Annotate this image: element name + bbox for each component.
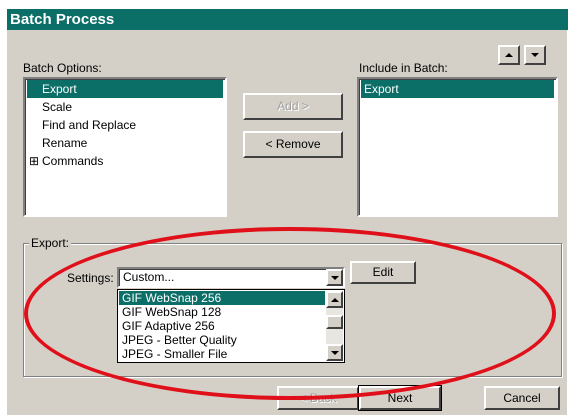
arrow-up-icon — [505, 53, 513, 57]
settings-label: Settings: — [67, 271, 114, 285]
arrow-down-icon — [531, 53, 539, 57]
dropdown-scrollbar[interactable] — [326, 291, 343, 361]
dropdown-option[interactable]: GIF WebSnap 128 — [119, 305, 325, 319]
list-item[interactable]: Export — [361, 80, 554, 98]
add-button[interactable]: Add > — [243, 93, 343, 120]
dropdown-option[interactable]: JPEG - Better Quality — [119, 333, 325, 347]
back-button[interactable]: < Back — [277, 386, 359, 410]
move-up-button[interactable] — [498, 45, 520, 65]
dropdown-option[interactable]: GIF WebSnap 256 — [119, 291, 325, 305]
dropdown-option-label: GIF WebSnap 256 — [122, 291, 222, 305]
batch-process-dialog: Batch Process Batch Options: Include in … — [6, 8, 568, 415]
cancel-button-label: Cancel — [503, 391, 541, 405]
list-item-label: Export — [42, 82, 77, 96]
scroll-thumb[interactable] — [326, 315, 343, 329]
list-item-commands[interactable]: ⊞ Commands — [27, 152, 223, 170]
dropdown-option-label: JPEG - Smaller File — [122, 347, 228, 361]
scroll-down-button[interactable] — [326, 344, 343, 361]
export-group-label: Export: — [29, 236, 72, 250]
chevron-down-icon — [331, 276, 339, 280]
settings-select[interactable]: Custom... — [117, 267, 345, 288]
settings-dropdown-button[interactable] — [326, 269, 343, 286]
list-item-label: Export — [364, 82, 399, 96]
batch-options-list[interactable]: Export Scale Find and Replace Rename ⊞ Co… — [23, 77, 227, 217]
next-button-label: Next — [387, 391, 413, 405]
dropdown-option[interactable]: JPEG - Smaller File — [119, 347, 325, 361]
expand-icon[interactable]: ⊞ — [29, 152, 42, 170]
batch-options-label: Batch Options: — [23, 61, 102, 75]
list-item-label: Scale — [42, 100, 73, 114]
add-button-label: Add > — [277, 99, 309, 113]
scroll-up-button[interactable] — [326, 291, 343, 308]
settings-select-value: Custom... — [123, 270, 175, 284]
arrow-down-icon — [331, 351, 339, 355]
list-item-label: Find and Replace — [42, 118, 137, 132]
edit-button-label: Edit — [372, 265, 394, 279]
dropdown-option-label: GIF WebSnap 128 — [122, 305, 222, 319]
settings-dropdown-list[interactable]: GIF WebSnap 256 GIF WebSnap 128 GIF Adap… — [117, 289, 345, 363]
dropdown-option[interactable]: GIF Adaptive 256 — [119, 319, 325, 333]
include-in-batch-list[interactable]: Export — [357, 77, 558, 217]
list-item-label: Rename — [42, 136, 88, 150]
include-in-batch-label: Include in Batch: — [359, 61, 448, 75]
next-button[interactable]: Next — [358, 385, 442, 411]
remove-button[interactable]: < Remove — [243, 131, 343, 158]
list-item[interactable]: Scale — [27, 98, 223, 116]
window-title: Batch Process — [7, 9, 568, 30]
dropdown-option-label: GIF Adaptive 256 — [122, 319, 215, 333]
list-item[interactable]: Export — [27, 80, 223, 98]
edit-button[interactable]: Edit — [350, 261, 416, 284]
cancel-button[interactable]: Cancel — [484, 386, 560, 410]
list-item-label: Commands — [42, 154, 104, 168]
arrow-up-icon — [331, 298, 339, 302]
list-item[interactable]: Find and Replace — [27, 116, 223, 134]
back-button-label: < Back — [299, 391, 337, 405]
remove-button-label: < Remove — [265, 137, 321, 151]
move-down-button[interactable] — [524, 45, 546, 65]
list-item[interactable]: Rename — [27, 134, 223, 152]
dropdown-option-label: JPEG - Better Quality — [122, 333, 237, 347]
